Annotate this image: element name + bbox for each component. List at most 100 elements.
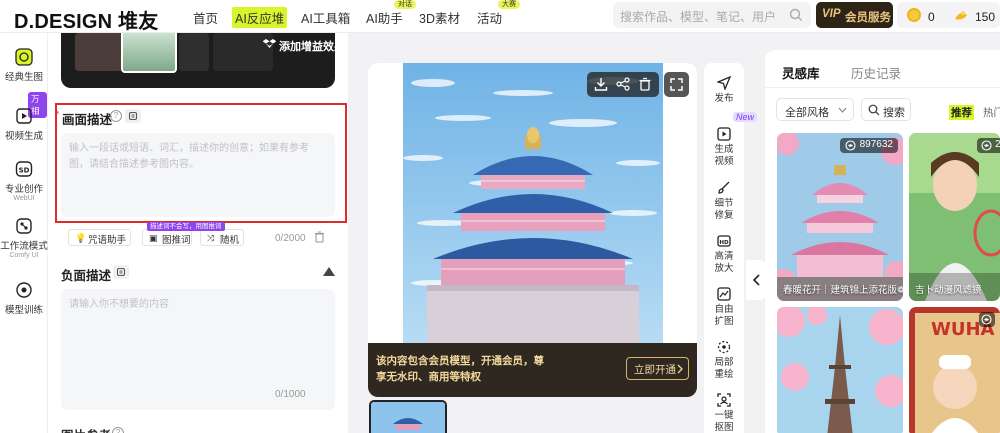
tool-rail: 发布 New 生成视频 细节修复 HD 高清放大 自由扩图 局部重绘 一键抠图 [704, 63, 758, 433]
tab-history[interactable]: 历史记录 [851, 63, 901, 82]
nav-tag-chat: 对话 [394, 0, 416, 9]
tool-cutout[interactable]: 一键抠图 [704, 393, 744, 433]
generated-image[interactable] [403, 63, 663, 343]
share-icon[interactable] [616, 77, 630, 91]
eye-icon [981, 314, 992, 325]
spell-assistant-button[interactable]: 💡 咒语助手 [68, 229, 131, 246]
search-input[interactable]: 搜索作品、模型、笔记、用户 [613, 2, 811, 28]
cutout-icon [717, 393, 731, 407]
logo[interactable]: D.DESIGN 堆友 [14, 5, 158, 34]
expand-image-icon [717, 287, 731, 301]
negative-placeholder: 请输入你不想要的内容 [69, 299, 169, 310]
rail-video-gen[interactable]: 视频生成 [0, 107, 48, 142]
coin-count: 0 [928, 10, 935, 24]
nav-ai-reactor[interactable]: AI反应堆 [232, 7, 288, 28]
video-icon [15, 107, 33, 125]
chevron-down-icon [838, 107, 847, 113]
model-train-icon [15, 281, 33, 299]
nav-ai-assistant[interactable]: AI助手 [366, 8, 403, 27]
tool-detail-fix[interactable]: 细节修复 [704, 181, 744, 222]
image-to-prompt-button[interactable]: ▣ 图推词 [142, 229, 192, 246]
tool-free-expand[interactable]: 自由扩图 [704, 287, 744, 328]
rail-model-train[interactable]: 模型训练 [0, 281, 48, 316]
library-card[interactable]: 2 吉卜动漫风滤镜 [909, 133, 1000, 301]
negative-title: 负面描述 [61, 269, 112, 283]
negative-textarea[interactable]: 请输入你不想要的内容 0/1000 [61, 289, 335, 410]
thumbnail[interactable] [75, 33, 123, 71]
collapse-triangle-icon[interactable] [323, 267, 335, 276]
rail-label: 视频生成 [4, 131, 43, 142]
tool-publish[interactable]: 发布 [704, 76, 744, 105]
library-panel: 灵感库 历史记录 全部风格 搜索 推荐 热门 897632 春暖花开｜建筑锦上添… [765, 50, 1000, 433]
help-icon[interactable]: ? [112, 427, 124, 433]
result-thumbnail[interactable] [369, 400, 447, 433]
filter-popular[interactable]: 热门 [983, 105, 1000, 120]
send-icon [717, 76, 731, 90]
thumbnail[interactable] [179, 33, 209, 71]
new-badge: New [733, 112, 758, 122]
promo-text: 该内容包含会员模型，开通会员，尊享无水印、商用等特权 [376, 355, 544, 383]
highlight-box [55, 103, 347, 223]
rail-label: 工作流模式 [0, 241, 48, 252]
prompt-char-count: 0/2000 [275, 233, 306, 244]
inpaint-icon [717, 340, 731, 354]
rail-label: 经典生图 [4, 72, 43, 83]
image-toolbar [587, 72, 659, 97]
brush-icon [717, 181, 731, 195]
library-card[interactable]: WUHA REGAN [909, 307, 1000, 433]
tool-generate-video[interactable]: 生成视频 [704, 127, 744, 168]
nav-home[interactable]: 首页 [193, 8, 218, 27]
clear-icon[interactable] [314, 231, 325, 243]
video-gen-icon [717, 127, 731, 141]
member-promo-banner: 该内容包含会员模型，开通会员，尊享无水印、商用等特权 立即开通 [368, 343, 697, 397]
chevron-right-icon [677, 364, 683, 374]
image-icon: ▣ [149, 233, 158, 243]
tool-hd-upscale[interactable]: HD 高清放大 [704, 234, 744, 275]
activate-membership-button[interactable]: 立即开通 [626, 357, 689, 380]
coin-icon [907, 8, 921, 22]
chevron-left-icon [753, 274, 760, 286]
filter-recommended[interactable]: 推荐 [949, 105, 974, 120]
tool-inpaint[interactable]: 局部重绘 [704, 340, 744, 381]
prompt-panel: 添加增益效果 * 画面描述 ? 输入一段话或短语、词汇，描述你的创意；如果有参考… [48, 33, 348, 433]
negative-char-count: 0/1000 [275, 389, 306, 400]
thumbnail-selected[interactable] [121, 33, 177, 73]
nav-tag-contest: 大赛 [498, 0, 520, 9]
vip-mark: VIP [822, 8, 841, 20]
nav-ai-toolbox[interactable]: AI工具箱 [301, 8, 350, 27]
random-button[interactable]: ⤨ 随机 [200, 229, 244, 246]
collapse-panel-button[interactable] [746, 260, 766, 300]
vip-label: 会员服务 [845, 12, 891, 24]
rail-pro-create[interactable]: SD 专业创作 WebUI [0, 160, 48, 202]
eye-icon [845, 140, 856, 151]
tab-inspiration[interactable]: 灵感库 [782, 63, 820, 82]
delete-icon[interactable] [638, 77, 652, 91]
style-select[interactable]: 全部风格 [776, 98, 854, 121]
boost-effects-button[interactable]: 添加增益效果 [279, 38, 335, 54]
top-nav: D.DESIGN 堆友 首页 AI反应堆 AI工具箱 AI助手 对话 3D素材 … [0, 0, 1000, 33]
nav-3d-assets[interactable]: 3D素材 [419, 8, 460, 27]
card-title: 吉卜动漫风滤镜 [915, 285, 982, 296]
library-card[interactable] [777, 307, 903, 433]
search-icon [868, 104, 880, 116]
card-usage-count: 2 [977, 138, 1000, 153]
fullscreen-icon[interactable] [664, 72, 689, 97]
workflow-icon [15, 217, 33, 235]
library-card[interactable]: 897632 春暖花开｜建筑锦上添花版❁ [777, 133, 903, 301]
card-usage-count: 897632 [839, 138, 898, 153]
rail-label: 模型训练 [4, 305, 43, 316]
vip-button[interactable]: VIP 会员服务 [816, 2, 893, 28]
download-icon[interactable] [594, 77, 608, 91]
points-count: 150 [975, 10, 996, 24]
points-icon [953, 7, 969, 23]
bulb-icon: 💡 [75, 233, 87, 243]
effect-thumbnails: 添加增益效果 [61, 33, 335, 88]
rail-label: 专业创作 [4, 184, 43, 195]
library-search-button[interactable]: 搜索 [861, 98, 911, 121]
sd-icon: SD [15, 160, 33, 178]
nav-events[interactable]: 活动 [477, 8, 502, 27]
rail-workflow[interactable]: 工作流模式 Comfy UI [0, 217, 48, 259]
rail-classic-gen[interactable]: 经典生图 [0, 48, 48, 83]
search-icon[interactable] [789, 8, 803, 22]
template-icon[interactable] [113, 265, 129, 279]
